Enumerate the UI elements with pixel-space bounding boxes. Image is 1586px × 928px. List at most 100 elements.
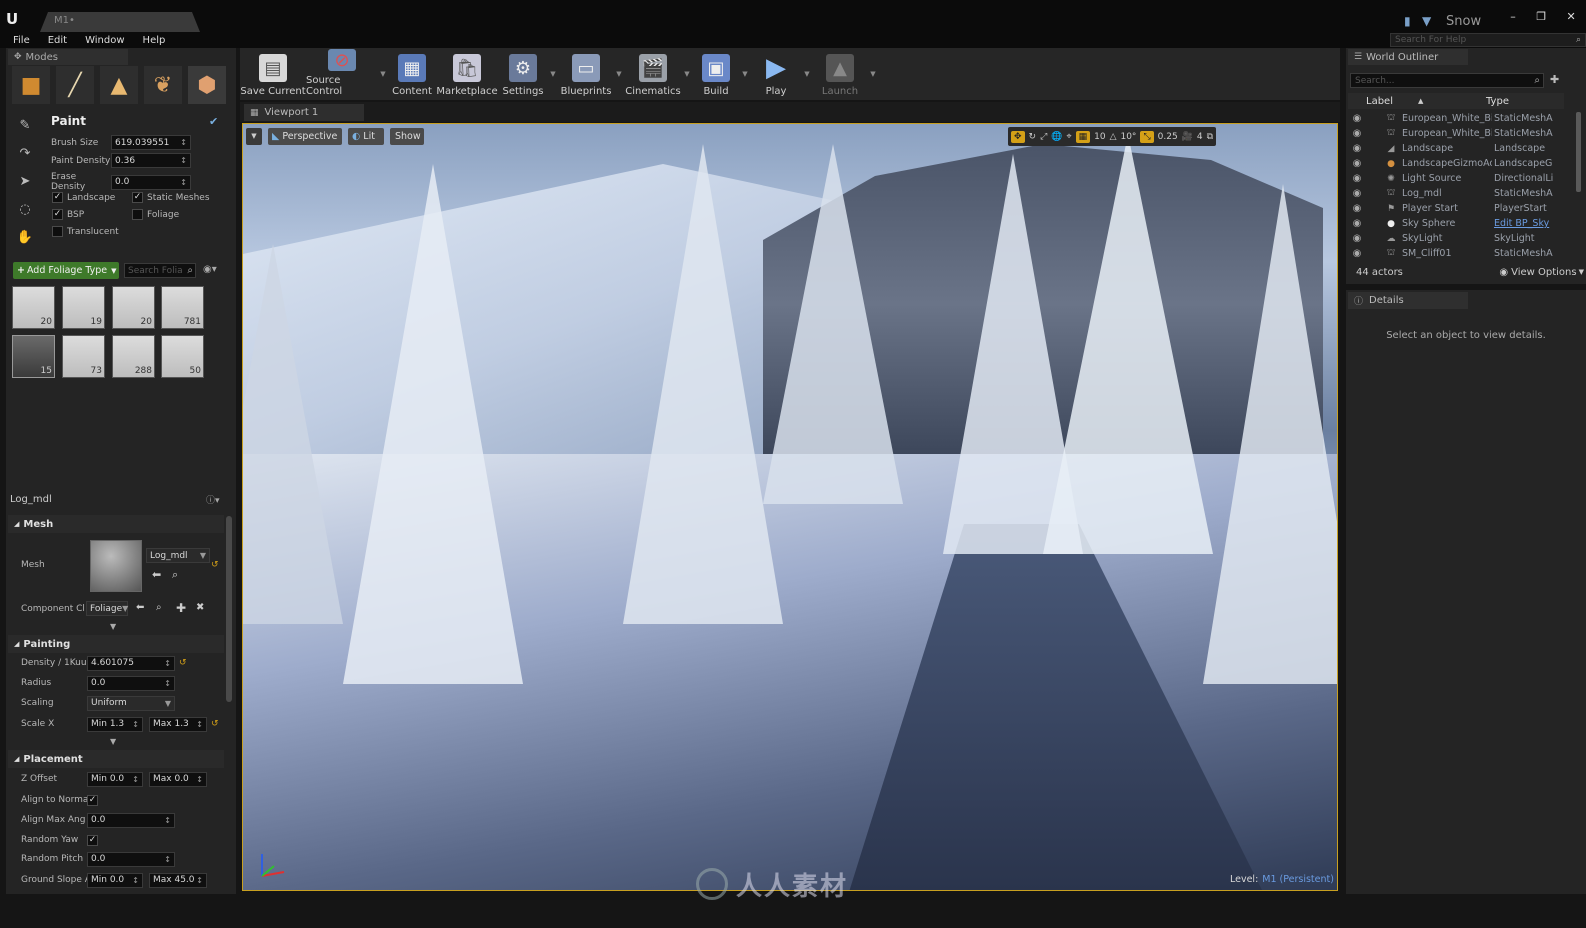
random-yaw-checkbox[interactable]: ✓ bbox=[87, 834, 98, 846]
outliner-row[interactable]: ◉ ● LandscapeGizmoActi LandscapeG bbox=[1348, 156, 1554, 171]
eye-icon[interactable]: ◉ bbox=[1348, 203, 1366, 214]
camera-speed-icon[interactable]: 🎥 bbox=[1182, 132, 1193, 142]
placement-section-header[interactable]: ◢ Placement bbox=[8, 750, 224, 768]
eye-icon[interactable]: ◉ bbox=[1348, 158, 1366, 169]
document-tab[interactable]: M1• bbox=[40, 12, 200, 32]
outliner-row[interactable]: ◉ ⛫ SM_Cliff01 StaticMeshA bbox=[1348, 246, 1554, 261]
outliner-row[interactable]: ◉ ⚑ Player Start PlayerStart bbox=[1348, 201, 1554, 216]
chevron-down-icon[interactable]: ▼ bbox=[740, 49, 750, 99]
eye-icon[interactable]: ◉ bbox=[1348, 218, 1366, 229]
paint-settings-icon[interactable]: ✔ bbox=[209, 115, 218, 128]
outliner-scrollbar[interactable] bbox=[1576, 112, 1581, 192]
properties-scrollbar[interactable] bbox=[226, 516, 232, 702]
add-folder-icon[interactable]: ✚ bbox=[1550, 73, 1559, 86]
menu-file[interactable]: File bbox=[13, 35, 30, 46]
density-input[interactable]: 4.601075 ↕ bbox=[87, 655, 175, 671]
scale-icon[interactable]: ⤢ bbox=[1040, 132, 1047, 142]
settings-button[interactable]: ⚙ Settings bbox=[498, 49, 548, 99]
radius-input[interactable]: 0.0 ↕ bbox=[87, 675, 175, 691]
edit-blueprint-link[interactable]: Edit BP_Sky bbox=[1492, 218, 1554, 229]
ground-slope-max-input[interactable]: Max 45.0 ↕ bbox=[149, 872, 207, 888]
filter-landscape[interactable]: ✓ Landscape bbox=[52, 192, 115, 203]
scale-snap-icon[interactable]: ⤡ bbox=[1140, 130, 1154, 143]
outliner-row[interactable]: ◉ ● Sky Sphere Edit BP_Sky bbox=[1348, 216, 1554, 231]
scale-snap-value[interactable]: 0.25 bbox=[1158, 132, 1178, 142]
foliage-mode-icon[interactable]: ❦ bbox=[144, 66, 182, 104]
outliner-row[interactable]: ◉ ⛫ European_White_BirchStaticMeshA bbox=[1348, 126, 1554, 141]
align-normal-checkbox[interactable]: ✓ bbox=[87, 794, 98, 806]
blueprints-button[interactable]: ▭ Blueprints bbox=[558, 49, 614, 99]
content-button[interactable]: ▦ Content bbox=[388, 49, 436, 99]
eye-icon[interactable]: ◉ bbox=[1348, 143, 1366, 154]
paint-density-input[interactable]: 0.36 ↕ bbox=[111, 153, 191, 168]
eye-icon[interactable]: ◉ bbox=[1348, 113, 1366, 124]
world-local-icon[interactable]: 🌐 bbox=[1051, 132, 1062, 142]
play-button[interactable]: ▶ Play bbox=[750, 49, 802, 99]
viewport-tab[interactable]: ▦ Viewport 1 bbox=[244, 104, 364, 121]
bsp-checkbox[interactable]: ✓ bbox=[52, 209, 63, 220]
chat-icon[interactable]: ▮ bbox=[1404, 14, 1411, 28]
browse-search-icon[interactable]: ⌕ bbox=[156, 602, 162, 613]
reset-arrow-icon[interactable]: ↺ bbox=[179, 658, 187, 668]
foliage-type-thumb[interactable]: 781 bbox=[161, 286, 204, 329]
landscape-mode-icon[interactable]: ▲ bbox=[100, 66, 138, 104]
reset-arrow-icon[interactable]: ↺ bbox=[211, 719, 219, 729]
eye-icon[interactable]: ◉ bbox=[1348, 128, 1366, 139]
show-button[interactable]: Show bbox=[390, 128, 424, 145]
lasso-tool-icon[interactable]: ◌ bbox=[16, 202, 34, 220]
outliner-row[interactable]: ◉ ⛫ European_White_BirchStaticMeshA bbox=[1348, 111, 1554, 126]
rotation-snap-value[interactable]: 10° bbox=[1120, 132, 1136, 142]
landscape-checkbox[interactable]: ✓ bbox=[52, 192, 63, 203]
mesh-section-header[interactable]: ◢ Mesh bbox=[8, 515, 224, 533]
outliner-row[interactable]: ◉ ✺ Light Source DirectionalLi bbox=[1348, 171, 1554, 186]
scale-x-max-input[interactable]: Max 1.3 ↕ bbox=[149, 716, 207, 732]
menu-window[interactable]: Window bbox=[85, 35, 124, 46]
minimize-icon[interactable]: – bbox=[1510, 10, 1516, 24]
clear-x-icon[interactable]: ✖ bbox=[196, 602, 204, 613]
col-type-header[interactable]: Type bbox=[1486, 96, 1509, 107]
mesh-thumbnail[interactable] bbox=[90, 540, 142, 592]
chevron-down-icon[interactable]: ▼ bbox=[868, 49, 878, 99]
menu-help[interactable]: Help bbox=[143, 35, 166, 46]
align-max-input[interactable]: 0.0 ↕ bbox=[87, 812, 175, 828]
random-pitch-input[interactable]: 0.0 ↕ bbox=[87, 851, 175, 867]
add-foliage-type-button[interactable]: + Add Foliage Type ▼ bbox=[13, 262, 119, 279]
cinematics-button[interactable]: 🎬 Cinematics bbox=[624, 49, 682, 99]
rotate-icon[interactable]: ↻ bbox=[1029, 132, 1037, 142]
unreal-logo-icon[interactable]: U bbox=[6, 10, 26, 30]
foliage-checkbox[interactable] bbox=[132, 209, 143, 220]
foliage-type-thumb[interactable]: 73 bbox=[62, 335, 105, 378]
fill-tool-icon[interactable]: ✋ bbox=[16, 230, 34, 248]
eye-icon[interactable]: ◉ bbox=[1348, 248, 1366, 259]
scaling-combo[interactable]: Uniform ▼ bbox=[87, 695, 175, 711]
translate-icon[interactable]: ✥ bbox=[1011, 130, 1025, 143]
marketplace-button[interactable]: 🛍 Marketplace bbox=[436, 49, 498, 99]
foliage-type-thumb[interactable]: 19 bbox=[62, 286, 105, 329]
launch-button[interactable]: ▲ Launch bbox=[812, 49, 868, 99]
camera-speed-value[interactable]: 4 bbox=[1197, 132, 1203, 142]
outliner-row[interactable]: ◉ ◢ Landscape Landscape bbox=[1348, 141, 1554, 156]
foliage-type-thumb-selected[interactable]: 15 bbox=[12, 335, 55, 378]
help-icon[interactable]: ⓘ▾ bbox=[206, 493, 220, 506]
view-options-button[interactable]: View Options bbox=[1511, 267, 1577, 278]
chevron-down-icon[interactable]: ▼ bbox=[614, 49, 624, 99]
close-icon[interactable]: ✕ bbox=[1567, 10, 1576, 24]
outliner-row[interactable]: ◉ ⛫ Log_mdl StaticMeshA bbox=[1348, 186, 1554, 201]
component-class-combo[interactable]: Foliage ▼ bbox=[86, 601, 128, 616]
modes-tab[interactable]: ✥ Modes bbox=[8, 49, 128, 65]
painting-section-header[interactable]: ◢ Painting bbox=[8, 635, 224, 653]
filter-foliage[interactable]: Foliage bbox=[132, 209, 179, 220]
chevron-down-icon[interactable]: ▼ bbox=[548, 49, 558, 99]
paint-mode-icon[interactable]: ╱ bbox=[56, 66, 94, 104]
chevron-down-icon[interactable]: ▼ bbox=[802, 49, 812, 99]
eye-icon[interactable]: ◉ bbox=[1348, 233, 1366, 244]
expand-advanced-icon[interactable]: ▼ bbox=[110, 622, 116, 631]
source-control-button[interactable]: ⊘ Source Control bbox=[306, 49, 378, 99]
eye-icon[interactable]: ◉ bbox=[1348, 173, 1366, 184]
save-current-button[interactable]: ▤ Save Current bbox=[240, 49, 306, 99]
rotation-snap-icon[interactable]: △ bbox=[1110, 132, 1117, 142]
view-options-eye-icon[interactable]: ◉▾ bbox=[203, 264, 217, 275]
use-selected-arrow-icon[interactable]: ⬅ bbox=[152, 568, 161, 581]
help-search-input[interactable]: Search For Help ⌕ bbox=[1390, 33, 1586, 47]
reapply-tool-icon[interactable]: ↷ bbox=[16, 146, 34, 164]
